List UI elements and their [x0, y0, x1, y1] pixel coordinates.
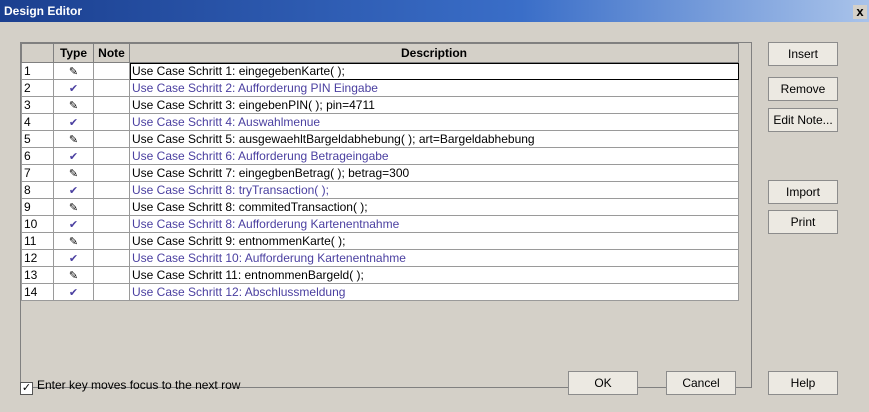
row-number[interactable]: 13: [21, 266, 54, 284]
help-button[interactable]: Help: [768, 371, 838, 395]
header-description[interactable]: Description: [129, 43, 739, 63]
enter-key-checkbox[interactable]: ✓ Enter key moves focus to the next row: [20, 378, 240, 395]
table-row[interactable]: 12 ✔ Use Case Schritt 10: Aufforderung Kar…: [21, 249, 739, 267]
description-cell[interactable]: Use Case Schritt 1: eingegebenKarte( );: [129, 62, 739, 80]
note-cell[interactable]: [93, 283, 130, 301]
checkmark-icon[interactable]: ✔: [53, 215, 94, 233]
description-cell[interactable]: Use Case Schritt 12: Abschlussmeldung: [129, 283, 739, 301]
table-row[interactable]: 13 ✎ Use Case Schritt 11: entnommenBargeld…: [21, 266, 739, 284]
table-row[interactable]: 6 ✔ Use Case Schritt 6: Aufforderung Betra…: [21, 147, 739, 165]
description-cell[interactable]: Use Case Schritt 8: tryTransaction( );: [129, 181, 739, 199]
pencil-icon[interactable]: ✎: [53, 164, 94, 182]
note-cell[interactable]: [93, 164, 130, 182]
table-row[interactable]: 9 ✎ Use Case Schritt 8: commitedTransactio…: [21, 198, 739, 216]
checkbox-label: Enter key moves focus to the next row: [37, 378, 241, 392]
table-row[interactable]: 3 ✎ Use Case Schritt 3: eingebenPIN( ); pi…: [21, 96, 739, 114]
row-number[interactable]: 7: [21, 164, 54, 182]
note-cell[interactable]: [93, 62, 130, 80]
window-title: Design Editor: [4, 4, 83, 18]
header-note[interactable]: Note: [93, 43, 130, 63]
checkmark-icon[interactable]: ✔: [53, 147, 94, 165]
checkmark-icon[interactable]: ✔: [53, 283, 94, 301]
pencil-icon[interactable]: ✎: [53, 198, 94, 216]
header-num: [21, 43, 54, 63]
table-row[interactable]: 14 ✔ Use Case Schritt 12: Abschlussmeldung: [21, 283, 739, 301]
table-row[interactable]: 5 ✎ Use Case Schritt 5: ausgewaehltBargeld…: [21, 130, 739, 148]
pencil-icon[interactable]: ✎: [53, 62, 94, 80]
note-cell[interactable]: [93, 215, 130, 233]
note-cell[interactable]: [93, 249, 130, 267]
row-number[interactable]: 11: [21, 232, 54, 250]
title-bar: Design Editor x: [0, 0, 869, 22]
cancel-button[interactable]: Cancel: [666, 371, 736, 395]
note-cell[interactable]: [93, 96, 130, 114]
pencil-icon[interactable]: ✎: [53, 96, 94, 114]
grid-header-row: Type Note Description: [21, 43, 739, 63]
remove-button[interactable]: Remove: [768, 77, 838, 101]
note-cell[interactable]: [93, 130, 130, 148]
print-button[interactable]: Print: [768, 210, 838, 234]
row-number[interactable]: 4: [21, 113, 54, 131]
description-cell[interactable]: Use Case Schritt 4: Auswahlmenue: [129, 113, 739, 131]
description-cell[interactable]: Use Case Schritt 7: eingegbenBetrag( ); …: [129, 164, 739, 182]
checkmark-icon[interactable]: ✔: [53, 79, 94, 97]
description-cell[interactable]: Use Case Schritt 5: ausgewaehltBargeldab…: [129, 130, 739, 148]
checkmark-icon[interactable]: ✔: [53, 181, 94, 199]
insert-button[interactable]: Insert: [768, 42, 838, 66]
description-cell[interactable]: Use Case Schritt 8: Aufforderung Kartene…: [129, 215, 739, 233]
note-cell[interactable]: [93, 79, 130, 97]
row-number[interactable]: 12: [21, 249, 54, 267]
row-number[interactable]: 6: [21, 147, 54, 165]
pencil-icon[interactable]: ✎: [53, 130, 94, 148]
description-cell[interactable]: Use Case Schritt 2: Aufforderung PIN Ein…: [129, 79, 739, 97]
row-number[interactable]: 5: [21, 130, 54, 148]
row-number[interactable]: 10: [21, 215, 54, 233]
grid-body: 1 ✎ Use Case Schritt 1: eingegebenKarte( )…: [21, 62, 739, 301]
note-cell[interactable]: [93, 266, 130, 284]
note-cell[interactable]: [93, 147, 130, 165]
edit-note-button[interactable]: Edit Note...: [768, 108, 838, 132]
note-cell[interactable]: [93, 113, 130, 131]
close-icon[interactable]: x: [853, 5, 867, 19]
pencil-icon[interactable]: ✎: [53, 266, 94, 284]
table-row[interactable]: 11 ✎ Use Case Schritt 9: entnommenKarte( )…: [21, 232, 739, 250]
row-number[interactable]: 3: [21, 96, 54, 114]
table-row[interactable]: 2 ✔ Use Case Schritt 2: Aufforderung PIN E…: [21, 79, 739, 97]
description-cell[interactable]: Use Case Schritt 9: entnommenKarte( );: [129, 232, 739, 250]
description-cell[interactable]: Use Case Schritt 6: Aufforderung Betrage…: [129, 147, 739, 165]
row-number[interactable]: 9: [21, 198, 54, 216]
row-number[interactable]: 14: [21, 283, 54, 301]
row-number[interactable]: 2: [21, 79, 54, 97]
note-cell[interactable]: [93, 198, 130, 216]
description-cell[interactable]: Use Case Schritt 11: entnommenBargeld( )…: [129, 266, 739, 284]
table-row[interactable]: 10 ✔ Use Case Schritt 8: Aufforderung Kart…: [21, 215, 739, 233]
checkmark-icon[interactable]: ✔: [53, 249, 94, 267]
table-row[interactable]: 7 ✎ Use Case Schritt 7: eingegbenBetrag( )…: [21, 164, 739, 182]
note-cell[interactable]: [93, 181, 130, 199]
header-type[interactable]: Type: [53, 43, 94, 63]
import-button[interactable]: Import: [768, 180, 838, 204]
description-cell[interactable]: Use Case Schritt 3: eingebenPIN( ); pin=…: [129, 96, 739, 114]
row-number[interactable]: 8: [21, 181, 54, 199]
table-row[interactable]: 8 ✔ Use Case Schritt 8: tryTransaction( );: [21, 181, 739, 199]
description-cell[interactable]: Use Case Schritt 10: Aufforderung Karten…: [129, 249, 739, 267]
table-row[interactable]: 1 ✎ Use Case Schritt 1: eingegebenKarte( )…: [21, 62, 739, 80]
pencil-icon[interactable]: ✎: [53, 232, 94, 250]
checkmark-icon[interactable]: ✔: [53, 113, 94, 131]
steps-grid: Type Note Description 1 ✎ Use Case Schritt…: [21, 43, 739, 301]
row-number[interactable]: 1: [21, 62, 54, 80]
ok-button[interactable]: OK: [568, 371, 638, 395]
description-cell[interactable]: Use Case Schritt 8: commitedTransaction(…: [129, 198, 739, 216]
checkbox-box[interactable]: ✓: [20, 382, 33, 395]
note-cell[interactable]: [93, 232, 130, 250]
table-row[interactable]: 4 ✔ Use Case Schritt 4: Auswahlmenue: [21, 113, 739, 131]
